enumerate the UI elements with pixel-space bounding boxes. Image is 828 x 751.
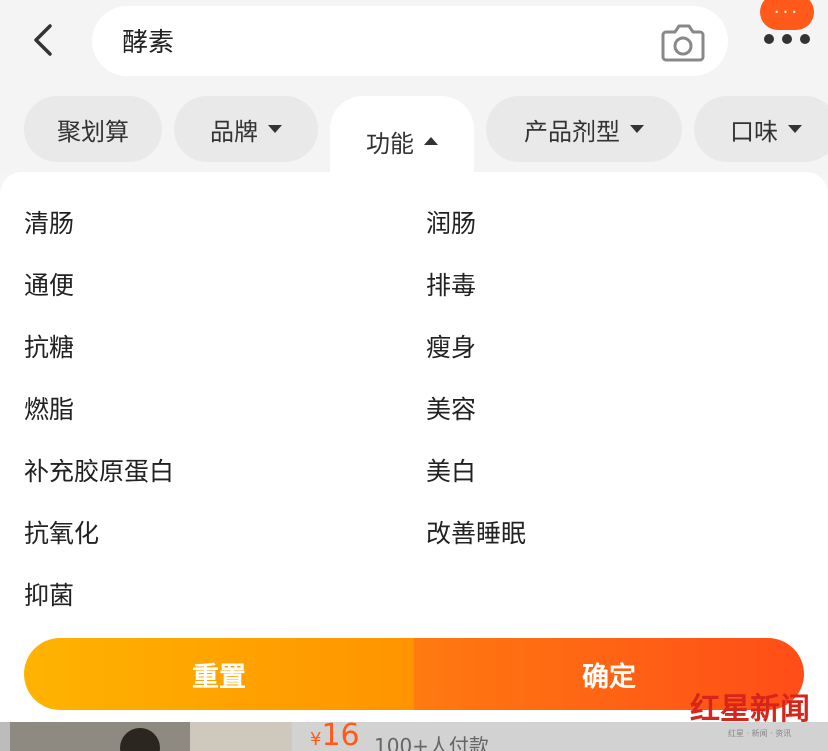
product-thumbnail[interactable] <box>190 722 292 751</box>
filter-label: 口味 <box>730 117 778 146</box>
option-ranzhi[interactable]: 燃脂 <box>24 390 74 426</box>
camera-search-button[interactable] <box>660 20 706 64</box>
back-arrow-icon <box>34 24 52 56</box>
filter-chip-flavor[interactable]: 口味 <box>694 96 828 162</box>
product-thumbnail[interactable] <box>10 722 190 751</box>
filter-label: 聚划算 <box>57 117 129 146</box>
option-yijun[interactable]: 抑菌 <box>24 576 74 612</box>
option-tongbian[interactable]: 通便 <box>24 266 74 302</box>
function-options-panel: 清肠 润肠 通便 排毒 抗糖 瘦身 燃脂 美容 补充胶原蛋白 美白 抗氧化 改善… <box>0 172 828 628</box>
option-kangyanghua[interactable]: 抗氧化 <box>24 514 99 550</box>
watermark-subtitle: 红星 · 新闻 · 资讯 <box>728 729 792 738</box>
message-badge: ··· <box>760 0 814 30</box>
watermark-logo: 红星新闻 红星 · 新闻 · 资讯 <box>682 680 822 740</box>
option-shoushen[interactable]: 瘦身 <box>426 328 476 364</box>
option-meirong[interactable]: 美容 <box>426 390 476 426</box>
camera-icon <box>661 24 705 62</box>
filter-chip-dosage-form[interactable]: 产品剂型 <box>486 96 682 162</box>
caret-down-icon <box>788 125 802 133</box>
caret-up-icon <box>424 137 438 145</box>
option-meibai[interactable]: 美白 <box>426 452 476 488</box>
filter-label: 功能 <box>366 129 414 158</box>
search-query: 酵素 <box>122 28 175 58</box>
option-kangtang[interactable]: 抗糖 <box>24 328 74 364</box>
product-sold-count: 100+人付款 <box>374 734 489 751</box>
product-price: ¥16 <box>310 718 360 751</box>
reset-button[interactable]: 重置 <box>24 638 414 710</box>
more-icon <box>764 34 810 44</box>
option-sleep[interactable]: 改善睡眠 <box>426 514 526 550</box>
option-collagen[interactable]: 补充胶原蛋白 <box>24 452 174 488</box>
filter-bar: 聚划算 品牌 功能 产品剂型 口味 <box>0 82 828 186</box>
filter-chip-brand[interactable]: 品牌 <box>174 96 318 162</box>
more-button[interactable]: ··· <box>758 0 818 60</box>
filter-label: 品牌 <box>210 117 258 146</box>
search-input[interactable]: 酵素 <box>92 6 728 76</box>
caret-down-icon <box>268 125 282 133</box>
filter-chip-juhuasuan[interactable]: 聚划算 <box>24 96 162 162</box>
watermark-title: 红星新闻 <box>690 692 810 727</box>
top-bar: 酵素 ··· <box>0 0 828 82</box>
option-qingchang[interactable]: 清肠 <box>24 204 74 240</box>
caret-down-icon <box>630 125 644 133</box>
back-button[interactable] <box>22 20 62 60</box>
filter-label: 产品剂型 <box>524 117 620 146</box>
option-paidu[interactable]: 排毒 <box>426 266 476 302</box>
option-runchang[interactable]: 润肠 <box>426 204 476 240</box>
